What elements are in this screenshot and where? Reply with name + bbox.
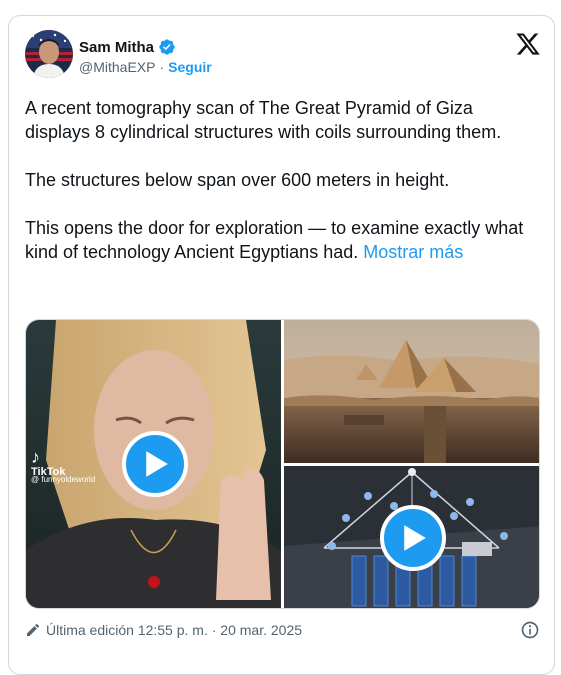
tiktok-username: @ funnyoldeworld	[31, 475, 96, 484]
separator-dot: ·	[159, 59, 165, 75]
tweet-paragraph-2: The structures below span over 600 meter…	[25, 170, 450, 190]
follow-button[interactable]: Seguir	[168, 59, 212, 75]
image-cylindrical-structures[interactable]	[284, 466, 539, 608]
edited-timestamp[interactable]: Última edición 12:55 p. m. · 20 mar. 202…	[46, 622, 302, 638]
video-thumbnail-tiktok[interactable]: ♪ TikTok @ funnyoldeworld	[26, 320, 281, 608]
tweet-paragraph-3: This opens the door for exploration — to…	[25, 216, 540, 264]
show-more-link[interactable]: Mostrar más	[363, 242, 463, 262]
pencil-icon	[27, 623, 40, 636]
verified-badge-icon	[158, 38, 176, 56]
play-icon	[146, 451, 168, 477]
info-icon[interactable]	[520, 620, 540, 640]
play-button-left[interactable]	[122, 431, 188, 497]
play-button-right[interactable]	[380, 505, 446, 571]
author-handle[interactable]: @MithaEXP	[79, 59, 155, 75]
tweet-card[interactable]: Sam Mitha @MithaEXP · Seguir A recent to…	[8, 15, 555, 675]
avatar[interactable]	[25, 30, 73, 78]
author-name[interactable]: Sam Mitha	[79, 39, 154, 56]
x-logo-icon[interactable]	[515, 31, 541, 57]
tweet-footer: Última edición 12:55 p. m. · 20 mar. 202…	[25, 620, 540, 640]
play-icon	[404, 525, 426, 551]
image-pyramids-crosssection[interactable]	[284, 320, 539, 463]
tiktok-watermark: ♪ TikTok	[31, 447, 66, 478]
media-grid: ♪ TikTok @ funnyoldeworld	[25, 319, 540, 609]
tweet-text: A recent tomography scan of The Great Py…	[25, 96, 540, 264]
tweet-paragraph-1: A recent tomography scan of The Great Py…	[25, 98, 502, 142]
